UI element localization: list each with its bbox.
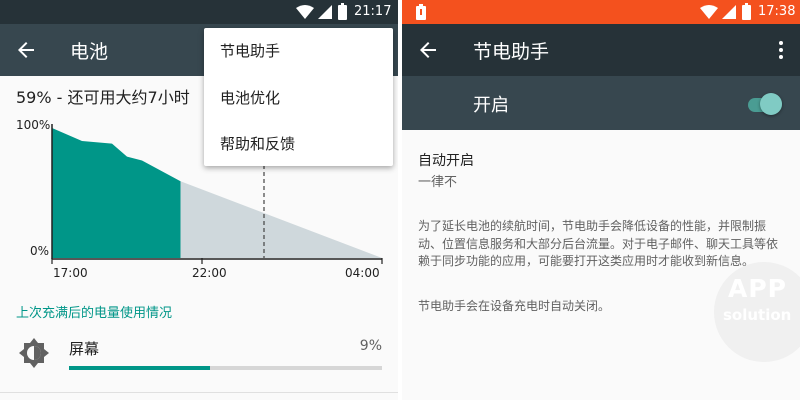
projected-area [180,181,382,258]
menu-item-battery-saver[interactable]: 节电助手 [220,40,280,61]
watermark-line1: APP [728,274,787,303]
toolbar: 节电助手 [402,24,800,76]
back-arrow-icon[interactable] [416,38,440,62]
usage-item-name: 屏幕 [69,340,100,358]
usage-item-screen[interactable]: 屏幕 9% [0,330,398,382]
battery-icon [742,3,751,20]
back-arrow-icon[interactable] [14,38,38,62]
x-tick-label: 04:00 [345,266,380,280]
menu-item-battery-optimization[interactable]: 电池优化 [220,87,280,108]
overflow-menu: 节电助手 电池优化 帮助和反馈 [204,28,393,166]
auto-on-summary: 一律不 [418,175,458,190]
more-vert-icon[interactable] [778,38,784,62]
signal-icon [722,5,736,19]
toggle-thumb[interactable] [760,93,782,115]
x-tick-label: 22:00 [192,266,227,280]
status-time: 21:17 [354,4,392,19]
battery-summary: 59% - 还可用大约7小时 [16,88,190,107]
auto-on-title[interactable]: 自动开启 [418,150,474,170]
status-bar: 21:17 [0,0,398,24]
charging-note: 节电助手会在设备充电时自动关闭。 [418,299,611,313]
usage-progress-bar [69,366,382,370]
y-tick-label-top: 100% [16,118,51,132]
page-title: 电池 [70,41,109,63]
battery-screen: 21:17 电池 59% - 还可用大约7小时 100% 0% 17:00 22… [0,0,398,400]
x-tick-label: 17:00 [53,266,88,280]
master-switch-bar[interactable]: 开启 [402,76,800,130]
page-title: 节电助手 [473,41,550,63]
divider [0,392,398,393]
switch-label: 开启 [473,95,509,116]
description-text: 为了延长电池的续航时间，节电助手会降低设备的性能，并限制振动、位置信息服务和大部… [418,219,779,268]
battery-icon [338,3,347,20]
signal-icon [318,5,332,19]
y-tick-label-bottom: 0% [30,244,50,258]
usage-progress-fill [69,366,210,370]
actual-area [52,128,181,258]
section-title: 上次充满后的电量使用情况 [16,306,173,321]
wifi-icon [296,5,314,19]
status-time: 17:38 [758,4,796,19]
battery-charging-alert-icon [416,4,426,20]
watermark-line2: solution [723,306,792,324]
usage-item-percent: 9% [359,338,382,354]
status-bar: 17:38 [402,0,800,24]
brightness-icon [19,338,49,368]
wifi-icon [700,5,718,19]
menu-item-help-feedback[interactable]: 帮助和反馈 [220,133,295,154]
